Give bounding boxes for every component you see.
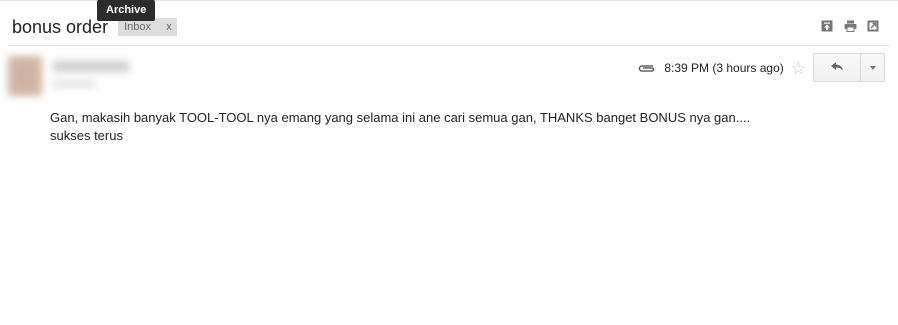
- remove-label-button[interactable]: x: [161, 21, 177, 33]
- inbox-label-text: Inbox: [124, 21, 151, 33]
- message-body: Gan, makasih banyak TOOL-TOOL nya emang …: [50, 109, 870, 145]
- archive-up-icon[interactable]: [820, 19, 834, 33]
- archive-tooltip: Archive: [97, 0, 156, 21]
- body-line: sukses terus: [50, 128, 123, 143]
- body-line: Gan, makasih banyak TOOL-TOOL nya emang …: [50, 110, 751, 125]
- sender-detail-redacted: [52, 80, 96, 88]
- paperclip-icon: [637, 62, 657, 74]
- reply-arrow-icon: [830, 59, 844, 77]
- email-subject: bonus order: [12, 17, 109, 37]
- chevron-down-icon: [869, 65, 876, 70]
- email-view: bonus order Inbox x Archive 8:39 PM (3 h…: [0, 0, 898, 325]
- message-meta: 8:39 PM (3 hours ago) ☆: [637, 58, 806, 78]
- print-icon[interactable]: [843, 19, 857, 33]
- new-window-icon[interactable]: [866, 19, 880, 33]
- message-time: 8:39 PM (3 hours ago): [664, 61, 784, 75]
- header-actions: [820, 19, 880, 33]
- reply-button[interactable]: [813, 53, 861, 82]
- sender-name-redacted: [52, 61, 130, 72]
- reply-button-group: [813, 53, 885, 82]
- more-actions-button[interactable]: [861, 53, 885, 82]
- star-icon[interactable]: ☆: [791, 60, 806, 77]
- header-divider: [8, 45, 890, 46]
- sender-avatar[interactable]: [8, 56, 42, 96]
